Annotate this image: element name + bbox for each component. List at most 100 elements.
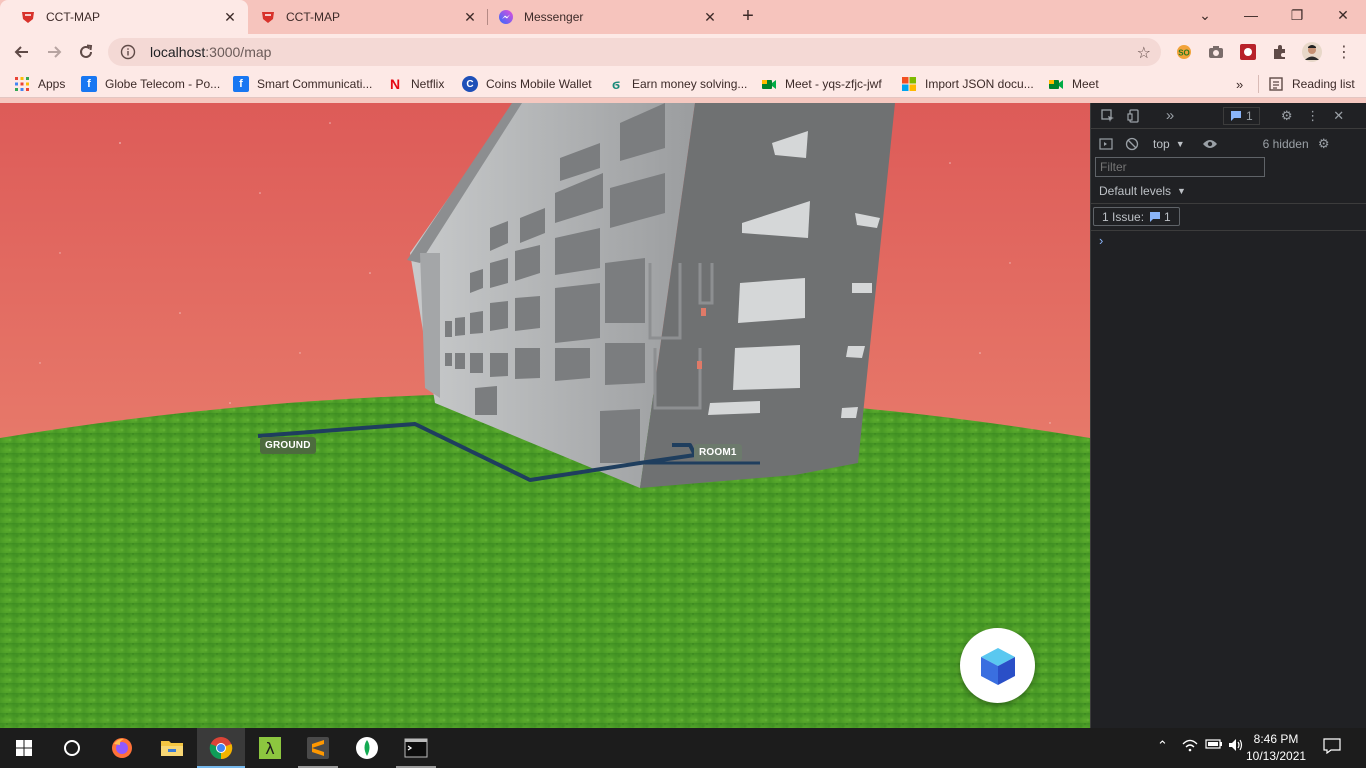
log-levels-label: Default levels: [1099, 184, 1172, 198]
url-host: localhost: [150, 44, 206, 60]
microsoft-icon: [902, 77, 916, 91]
bookmark-label: Earn money solving...: [632, 77, 748, 91]
tab-title: CCT-MAP: [286, 10, 340, 24]
back-button[interactable]: [8, 38, 36, 66]
tab-close-icon[interactable]: ✕: [462, 9, 478, 25]
message-icon: [1231, 110, 1241, 121]
context-selector[interactable]: top ▼: [1153, 137, 1185, 151]
issue-message-icon: [1150, 211, 1161, 222]
devtools-close-icon[interactable]: ✕: [1330, 107, 1348, 125]
lambda-icon: λ: [259, 737, 281, 759]
volume-icon[interactable]: [1228, 738, 1244, 755]
battery-icon[interactable]: [1205, 738, 1223, 753]
extension-badge-icon[interactable]: SO: [1174, 42, 1194, 62]
bookmark-meet[interactable]: Meet: [1048, 75, 1099, 93]
new-tab-button[interactable]: +: [737, 5, 759, 27]
system-clock[interactable]: 8:46 PM 10/13/2021: [1246, 731, 1306, 765]
reading-list-button[interactable]: Reading list: [1258, 75, 1355, 93]
messages-count: 1: [1246, 108, 1253, 123]
bookmark-globe-telecom[interactable]: f Globe Telecom - Po...: [81, 75, 220, 93]
tab-messenger[interactable]: Messenger ✕: [478, 0, 728, 34]
bookmark-import-json[interactable]: Import JSON docu...: [901, 75, 1034, 93]
sublime-text-icon: [307, 737, 329, 759]
bookmark-netflix[interactable]: N Netflix: [387, 75, 444, 93]
reload-icon: [80, 44, 93, 58]
facebook-icon: f: [81, 76, 97, 92]
inspect-element-icon[interactable]: [1099, 107, 1117, 125]
chrome-icon: [209, 737, 233, 760]
clock-time: 8:46 PM: [1253, 732, 1299, 746]
tab-cct-map-active[interactable]: CCT-MAP ✕: [0, 0, 248, 34]
profile-avatar[interactable]: [1302, 42, 1322, 62]
restore-icon[interactable]: ❐: [1274, 0, 1320, 30]
browser-menu-icon[interactable]: ⋮: [1334, 42, 1354, 62]
minimize-icon[interactable]: —: [1228, 0, 1274, 30]
taskbar-terminal[interactable]: [392, 728, 440, 768]
back-arrow-icon: [14, 46, 28, 58]
log-levels-dropdown[interactable]: Default levels ▼: [1091, 181, 1366, 201]
bookmark-label: Coins Mobile Wallet: [486, 77, 592, 91]
hidden-count: 6 hidden: [1262, 137, 1309, 151]
more-tabs-icon[interactable]: »: [1161, 107, 1179, 125]
taskbar-lambda-app[interactable]: λ: [246, 728, 294, 768]
map-viewport[interactable]: GROUND ROOM1: [0, 103, 1090, 728]
address-bar[interactable]: localhost:3000/map ☆: [108, 38, 1161, 66]
3d-view-toggle-button[interactable]: [960, 628, 1035, 703]
reload-button[interactable]: [72, 38, 100, 66]
messages-badge[interactable]: 1: [1223, 106, 1260, 125]
devtools-menu-icon[interactable]: ⋮: [1304, 107, 1322, 125]
tab-close-icon[interactable]: ✕: [702, 9, 718, 25]
cct-map-favicon: [262, 12, 274, 23]
bookmark-label: Meet - yqs-zfjc-jwf: [785, 77, 882, 91]
bookmark-earn-money[interactable]: ϭ Earn money solving...: [608, 75, 747, 93]
taskbar-chrome[interactable]: [197, 728, 245, 768]
tab-search-icon[interactable]: ⌄: [1182, 0, 1228, 30]
svg-text:SO: SO: [1178, 49, 1190, 58]
issues-button[interactable]: 1 Issue: 1: [1093, 207, 1180, 226]
extensions-puzzle-icon[interactable]: [1270, 42, 1290, 62]
device-toolbar-icon[interactable]: [1125, 107, 1143, 125]
bookmark-coins[interactable]: C Coins Mobile Wallet: [462, 75, 592, 93]
sidebar-toggle-icon[interactable]: [1097, 135, 1115, 153]
dropdown-arrow-icon: ▼: [1175, 139, 1185, 149]
map-label-ground[interactable]: GROUND: [260, 437, 316, 454]
camera-extension-icon[interactable]: [1206, 42, 1226, 62]
bookmark-star-icon[interactable]: ☆: [1137, 43, 1151, 63]
notifications-icon[interactable]: [1323, 738, 1341, 757]
clear-console-icon[interactable]: [1123, 135, 1141, 153]
forward-button[interactable]: [40, 38, 68, 66]
close-window-icon[interactable]: ✕: [1320, 0, 1366, 30]
more-bookmarks-icon[interactable]: »: [1236, 75, 1243, 93]
console-prompt-icon[interactable]: ›: [1099, 233, 1103, 248]
clock-date: 10/13/2021: [1246, 749, 1307, 763]
browser-toolbar: localhost:3000/map ☆ SO ⋮: [0, 34, 1366, 70]
divider: [1091, 203, 1366, 204]
extension-red-icon[interactable]: [1238, 42, 1258, 62]
taskbar-firefox[interactable]: [98, 728, 146, 768]
bookmark-meet-code[interactable]: Meet - yqs-zfjc-jwf: [761, 75, 882, 93]
bookmark-apps[interactable]: Apps: [14, 75, 65, 93]
start-button[interactable]: [0, 728, 48, 768]
windows-taskbar: λ ⌃ 8:46 PM 10/13/2021: [0, 728, 1366, 768]
show-hidden-icons-icon[interactable]: ⌃: [1157, 738, 1168, 754]
apps-grid-icon: [15, 77, 29, 91]
devtools-settings-icon[interactable]: ⚙: [1278, 107, 1296, 125]
tab-cct-map[interactable]: CCT-MAP ✕: [240, 0, 488, 34]
taskbar-sublime-text[interactable]: [294, 728, 342, 768]
taskbar-file-explorer[interactable]: [148, 728, 196, 768]
taskbar-mongodb-compass[interactable]: [343, 728, 391, 768]
wifi-icon[interactable]: [1182, 738, 1198, 755]
tab-title: CCT-MAP: [46, 10, 100, 24]
search-button[interactable]: [48, 728, 96, 768]
tab-close-icon[interactable]: ✕: [222, 9, 238, 25]
live-expression-eye-icon[interactable]: [1201, 135, 1219, 153]
map-label-room1[interactable]: ROOM1: [694, 444, 742, 461]
3d-map-canvas[interactable]: [0, 103, 1090, 728]
forward-arrow-icon: [48, 46, 62, 58]
console-settings-icon[interactable]: ⚙: [1315, 135, 1333, 153]
console-filter-input[interactable]: [1095, 157, 1265, 177]
folder-icon: [161, 741, 183, 756]
bookmark-label: Apps: [38, 77, 66, 91]
site-info-icon[interactable]: [120, 44, 136, 60]
bookmark-smart-communications[interactable]: f Smart Communicati...: [233, 75, 372, 93]
